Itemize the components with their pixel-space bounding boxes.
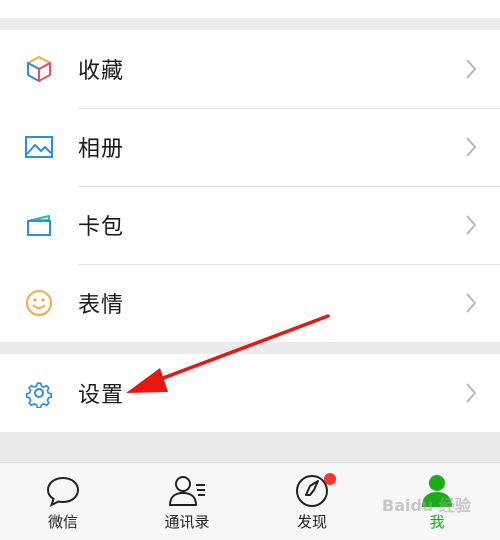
chevron-right-icon <box>464 291 478 315</box>
menu-item-settings[interactable]: 设置 <box>0 354 500 432</box>
chevron-right-icon <box>464 213 478 237</box>
menu-group-settings: 设置 <box>0 354 500 432</box>
chevron-right-icon <box>464 57 478 81</box>
album-picture-icon <box>22 130 56 164</box>
menu-item-label: 表情 <box>78 293 125 318</box>
menu-item-label: 卡包 <box>78 215 125 240</box>
favorites-cube-icon <box>22 52 56 86</box>
menu-item-label: 相册 <box>78 137 125 162</box>
chat-bubble-icon <box>43 471 83 511</box>
tab-contacts[interactable]: 通讯录 <box>137 463 237 540</box>
menu-item-label: 收藏 <box>78 59 125 84</box>
watermark: Baidu 经验 <box>382 496 471 515</box>
notification-badge <box>324 473 336 485</box>
tab-label: 发现 <box>296 513 327 531</box>
tab-discover[interactable]: 发现 <box>262 463 362 540</box>
previous-section-bottom <box>0 0 500 18</box>
chevron-right-icon <box>464 135 478 159</box>
smiley-face-icon <box>22 286 56 320</box>
tab-label: 微信 <box>47 513 78 531</box>
menu-item-favorites[interactable]: 收藏 <box>0 30 500 108</box>
menu-item-album[interactable]: 相册 <box>0 108 500 186</box>
chevron-right-icon <box>464 381 478 405</box>
menu-group-main: 收藏 相册 卡包 表情 <box>0 30 500 342</box>
gear-icon <box>22 376 56 410</box>
card-wallet-icon <box>22 208 56 242</box>
menu-item-label: 设置 <box>78 383 125 408</box>
menu-item-stickers[interactable]: 表情 <box>0 264 500 342</box>
section-divider <box>0 18 500 30</box>
contacts-icon <box>167 471 207 511</box>
tab-label: 通讯录 <box>164 513 210 531</box>
menu-item-card-wallet[interactable]: 卡包 <box>0 186 500 264</box>
tab-chats[interactable]: 微信 <box>13 463 113 540</box>
